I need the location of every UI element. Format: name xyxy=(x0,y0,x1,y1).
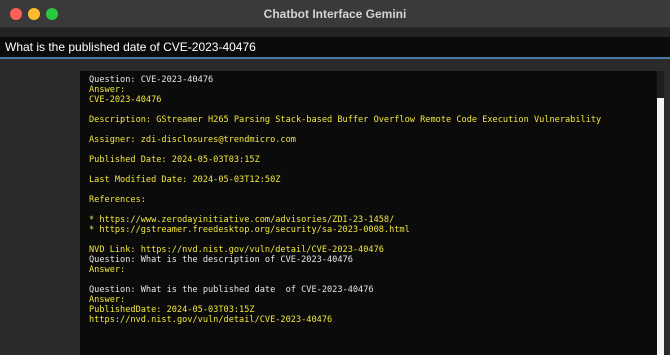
question-line: Question: What is the description of CVE… xyxy=(89,255,353,265)
toolbar-spacer xyxy=(0,28,670,37)
nvd-link-line[interactable]: NVD Link: https://nvd.nist.gov/vuln/deta… xyxy=(89,245,384,255)
published-date-line: Published Date: 2024-05-03T03:15Z xyxy=(89,155,260,165)
title-bar: Chatbot Interface Gemini xyxy=(0,0,670,28)
assigner-line: Assigner: zdi-disclosures@trendmicro.com xyxy=(89,135,296,145)
cve-id: CVE-2023-40476 xyxy=(89,95,162,105)
reference-link[interactable]: * https://gstreamer.freedesktop.org/secu… xyxy=(89,225,410,235)
window-title: Chatbot Interface Gemini xyxy=(263,7,407,21)
question-line: Question: CVE-2023-40476 xyxy=(89,75,214,85)
nvd-link[interactable]: https://nvd.nist.gov/vuln/detail/CVE-202… xyxy=(89,315,332,325)
question-line: Question: What is the published date of … xyxy=(89,285,374,295)
answer-label: Answer: xyxy=(89,265,126,275)
content-divider xyxy=(0,59,670,71)
description-line: Description: GStreamer H265 Parsing Stac… xyxy=(89,115,602,125)
chat-output-area: Question: CVE-2023-40476 Answer: CVE-202… xyxy=(80,71,657,355)
answer-label: Answer: xyxy=(89,85,126,95)
answer-label: Answer: xyxy=(89,295,126,305)
references-label: References: xyxy=(89,195,146,205)
reference-link[interactable]: * https://www.zerodayinitiative.com/advi… xyxy=(89,215,394,225)
question-input[interactable]: What is the published date of CVE-2023-4… xyxy=(0,37,670,59)
left-margin xyxy=(0,71,80,355)
right-margin xyxy=(664,71,670,355)
scrollbar[interactable] xyxy=(657,98,664,355)
published-date-answer: PublishedDate: 2024-05-03T03:15Z xyxy=(89,305,255,315)
last-modified-line: Last Modified Date: 2024-05-03T12:50Z xyxy=(89,175,281,185)
